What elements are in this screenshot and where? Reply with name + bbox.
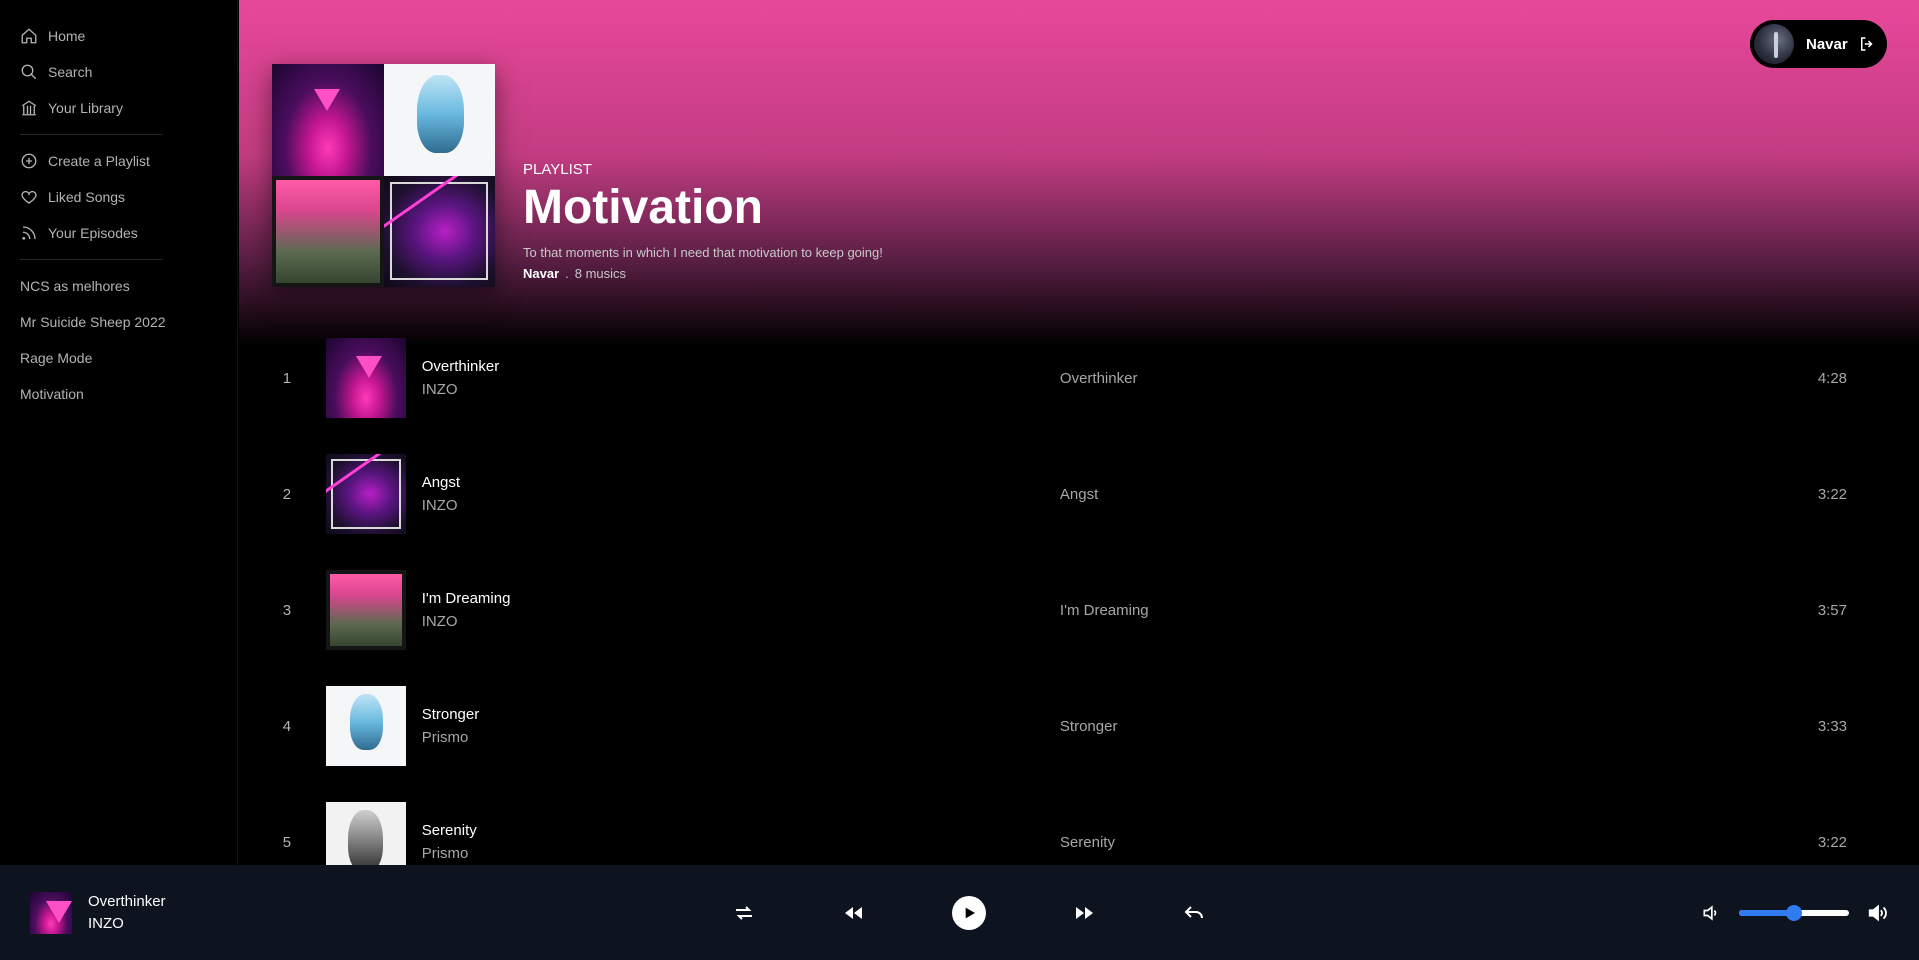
- track-number: 3: [282, 601, 292, 619]
- volume-control: [1701, 865, 1889, 960]
- home-icon: [21, 28, 37, 44]
- playlist-cover: [272, 64, 495, 287]
- play-icon: [965, 907, 975, 918]
- track-title: I'm Dreaming: [421, 590, 511, 607]
- user-menu[interactable]: Navar: [1750, 20, 1887, 68]
- main-content: Navar PLAYLIST Motivation To that moment…: [239, 0, 1919, 865]
- nav-home-label: Home: [48, 28, 86, 44]
- playlist-type: PLAYLIST: [523, 161, 592, 179]
- liked-songs-link[interactable]: Liked Songs: [0, 179, 237, 215]
- track-artist[interactable]: Prismo: [422, 729, 1060, 746]
- track-artist[interactable]: INZO: [422, 381, 1060, 398]
- track-duration: 3:57: [1817, 601, 1847, 619]
- track-number: 5: [282, 833, 292, 851]
- repeat-icon[interactable]: [732, 901, 756, 925]
- playlist-count: 8 musics: [574, 266, 627, 281]
- cover-art-overthinker: [272, 64, 384, 176]
- track-number: 2: [282, 485, 292, 503]
- track-title: Serenity: [421, 822, 477, 839]
- volume-high-icon[interactable]: [1867, 902, 1889, 924]
- track-album[interactable]: Overthinker: [1060, 370, 1818, 387]
- player-bar: Overthinker INZO: [0, 865, 1919, 960]
- now-playing: Overthinker INZO: [0, 891, 420, 934]
- table-row[interactable]: 2 Angst INZO Angst 3:22: [272, 436, 1867, 552]
- playlist-header: PLAYLIST Motivation To that moments in w…: [272, 64, 883, 287]
- library-icon: [21, 100, 37, 116]
- sidebar-playlist-item[interactable]: NCS as melhores: [0, 268, 237, 304]
- track-thumbnail: [325, 338, 406, 418]
- sidebar-divider: [20, 134, 162, 135]
- your-episodes-label: Your Episodes: [48, 225, 138, 241]
- meta-separator: .: [565, 266, 569, 281]
- liked-songs-label: Liked Songs: [48, 189, 126, 205]
- track-thumbnail: [325, 686, 406, 766]
- avatar: [1754, 24, 1794, 64]
- table-row[interactable]: 3 I'm Dreaming INZO I'm Dreaming 3:57: [272, 552, 1867, 668]
- your-episodes-link[interactable]: Your Episodes: [0, 215, 237, 251]
- nav-library-label: Your Library: [48, 100, 123, 116]
- track-thumbnail: [325, 570, 406, 650]
- table-row[interactable]: 1 Overthinker INZO Overthinker 4:28: [272, 320, 1867, 436]
- sidebar: Home Search Your Library Create a Playli…: [0, 0, 238, 865]
- track-duration: 3:22: [1817, 485, 1848, 503]
- playlist-description: To that moments in which I need that mot…: [523, 245, 883, 260]
- cover-art-stronger: [383, 64, 495, 176]
- track-title: Overthinker: [421, 358, 500, 375]
- playlist-meta: Navar. 8 musics: [523, 266, 883, 281]
- track-album[interactable]: I'm Dreaming: [1060, 602, 1818, 619]
- track-album[interactable]: Stronger: [1060, 718, 1818, 735]
- table-row[interactable]: 5 Serenity Prismo Serenity 3:22: [272, 784, 1867, 865]
- nav-home[interactable]: Home: [0, 18, 237, 54]
- table-row[interactable]: 4 Stronger Prismo Stronger 3:33: [272, 668, 1867, 784]
- sidebar-playlist-item[interactable]: Rage Mode: [0, 340, 237, 376]
- track-album[interactable]: Serenity: [1060, 834, 1818, 851]
- track-artist[interactable]: Prismo: [422, 845, 1060, 862]
- rss-icon: [22, 226, 36, 240]
- sidebar-playlist-item[interactable]: Motivation: [0, 376, 237, 412]
- track-thumbnail: [325, 802, 406, 865]
- cover-art-angst: [383, 175, 495, 287]
- now-playing-artist: INZO: [88, 915, 124, 932]
- track-number: 1: [282, 369, 292, 387]
- playlist-owner[interactable]: Navar: [523, 266, 559, 281]
- track-number: 4: [282, 717, 292, 735]
- nav-library[interactable]: Your Library: [0, 90, 237, 126]
- volume-low-icon[interactable]: [1701, 903, 1721, 923]
- nav-search[interactable]: Search: [0, 54, 237, 90]
- page-title: Motivation: [523, 181, 763, 235]
- playlist-info: PLAYLIST Motivation To that moments in w…: [523, 161, 883, 287]
- fast-forward-icon[interactable]: [1072, 901, 1096, 925]
- create-playlist-button[interactable]: Create a Playlist: [0, 143, 237, 179]
- volume-handle[interactable]: [1786, 904, 1802, 921]
- rewind-icon[interactable]: [842, 901, 866, 925]
- track-artist[interactable]: INZO: [422, 497, 1060, 514]
- search-icon: [21, 64, 37, 80]
- plus-circle-icon: [21, 153, 37, 169]
- track-album[interactable]: Angst: [1060, 486, 1818, 503]
- now-playing-title: Overthinker: [88, 893, 166, 910]
- track-thumbnail: [325, 454, 406, 534]
- heart-icon: [21, 190, 37, 204]
- track-title: Angst: [421, 474, 461, 491]
- cover-art-dreaming: [272, 175, 384, 287]
- nav-search-label: Search: [48, 64, 93, 80]
- user-name: Navar: [1806, 35, 1848, 53]
- undo-icon[interactable]: [1182, 901, 1206, 925]
- track-artist[interactable]: INZO: [422, 613, 1060, 630]
- play-button[interactable]: [952, 895, 986, 930]
- track-duration: 3:33: [1817, 717, 1848, 735]
- sidebar-playlist-item[interactable]: Mr Suicide Sheep 2022: [0, 304, 237, 340]
- volume-slider[interactable]: [1739, 904, 1849, 921]
- track-duration: 3:22: [1817, 833, 1848, 851]
- track-title: Stronger: [421, 706, 480, 723]
- sidebar-divider: [20, 259, 162, 260]
- playback-controls: [732, 865, 1206, 960]
- logout-icon[interactable]: [1858, 35, 1876, 53]
- now-playing-thumbnail: [30, 891, 72, 934]
- track-list: 1 Overthinker INZO Overthinker 4:28 2 An…: [272, 320, 1867, 865]
- create-playlist-label: Create a Playlist: [48, 153, 150, 169]
- track-duration: 4:28: [1817, 369, 1848, 387]
